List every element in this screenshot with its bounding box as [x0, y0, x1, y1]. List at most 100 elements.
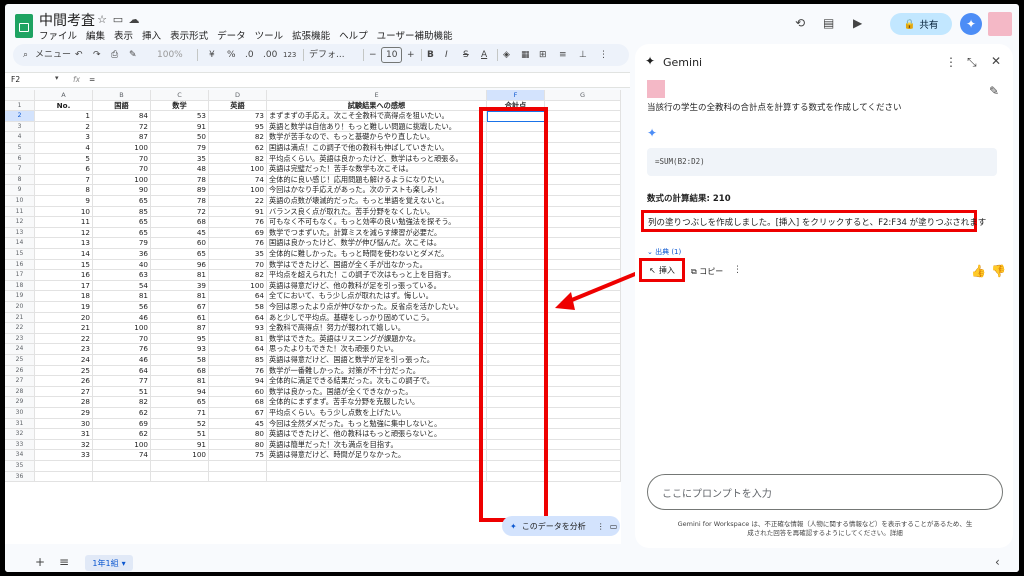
table-cell[interactable]: 65 — [151, 249, 209, 260]
table-cell[interactable]: 英語は完璧だった！苦手な数学も次こそは。 — [267, 164, 487, 175]
table-cell[interactable]: 81 — [151, 270, 209, 281]
decrease-decimal-button[interactable]: .0 — [245, 48, 254, 62]
empty-cell[interactable] — [93, 471, 151, 483]
row-number[interactable]: 5 — [5, 143, 35, 154]
table-cell[interactable]: 今回はかなり手応えがあった。次のテストも楽しみ！ — [267, 185, 487, 196]
table-cell[interactable]: 2 — [35, 121, 93, 133]
table-cell[interactable]: 100 — [93, 439, 151, 451]
history-icon[interactable]: ⟲ — [795, 16, 805, 30]
table-cell[interactable]: 22 — [35, 333, 93, 345]
table-cell[interactable]: 62 — [93, 429, 151, 440]
column-header[interactable]: C — [151, 90, 209, 101]
empty-cell[interactable] — [545, 376, 621, 387]
table-cell[interactable]: 89 — [151, 185, 209, 196]
table-cell[interactable]: 69 — [93, 418, 151, 430]
table-cell[interactable]: 78 — [151, 196, 209, 207]
empty-cell[interactable] — [545, 450, 621, 461]
table-cell[interactable]: 数学が一番難しかった。対策が不十分だった。 — [267, 365, 487, 377]
table-cell[interactable]: 80 — [209, 439, 267, 451]
table-cell[interactable]: 85 — [209, 355, 267, 366]
table-cell[interactable]: 68 — [151, 217, 209, 228]
table-cell[interactable]: 平均点くらい。英語は良かったけど、数学はもっと頑張る。 — [267, 153, 487, 165]
table-cell[interactable]: 90 — [93, 185, 151, 196]
table-cell[interactable]: 81 — [93, 291, 151, 302]
column-header[interactable] — [5, 90, 35, 101]
table-cell[interactable]: 63 — [93, 270, 151, 281]
empty-cell[interactable] — [267, 461, 487, 472]
number-format-button[interactable]: 123 — [283, 48, 296, 62]
edit-icon[interactable]: ✎ — [989, 84, 999, 98]
table-cell[interactable]: 53 — [151, 111, 209, 122]
table-cell[interactable]: 平均点を超えられた！この調子で次はもっと上を目指す。 — [267, 270, 487, 281]
table-cell[interactable]: 91 — [209, 206, 267, 218]
table-cell[interactable]: 45 — [151, 227, 209, 239]
table-cell[interactable]: 46 — [93, 355, 151, 366]
table-cell[interactable]: 英語は得意だけど、他の教科が足を引っ張っている。 — [267, 280, 487, 292]
table-cell[interactable]: 82 — [93, 397, 151, 408]
empty-cell[interactable] — [545, 238, 621, 249]
table-cell[interactable]: 26 — [35, 376, 93, 387]
response-more-icon[interactable]: ⋮ — [733, 265, 742, 275]
table-cell[interactable]: 82 — [209, 132, 267, 143]
gemini-sparkle-icon[interactable]: ✦ — [960, 13, 982, 35]
column-header[interactable]: A — [35, 90, 93, 101]
table-cell[interactable]: 5 — [35, 153, 93, 165]
column-header[interactable]: D — [209, 90, 267, 101]
table-cell[interactable]: 10 — [35, 206, 93, 218]
table-cell[interactable]: 58 — [209, 302, 267, 313]
fill-color-icon[interactable]: ◈ — [503, 48, 510, 62]
table-cell[interactable]: 64 — [93, 365, 151, 377]
all-sheets-icon[interactable]: ≡ — [59, 555, 69, 569]
table-cell[interactable]: 67 — [209, 408, 267, 419]
table-cell[interactable]: 英語は得意だけど、国語と数学が足を引っ張った。 — [267, 355, 487, 366]
table-cell[interactable]: 81 — [151, 291, 209, 302]
italic-button[interactable]: I — [445, 48, 448, 62]
menu-item[interactable]: ユーザー補助機能 — [377, 28, 453, 42]
row-number[interactable]: 29 — [5, 397, 35, 408]
empty-cell[interactable] — [545, 164, 621, 175]
row-number[interactable]: 27 — [5, 376, 35, 387]
header-cell[interactable]: 数学 — [151, 100, 209, 112]
table-cell[interactable]: 91 — [151, 121, 209, 133]
align-icon[interactable]: ≡ — [559, 48, 567, 62]
empty-cell[interactable] — [209, 471, 267, 483]
table-cell[interactable]: 英語の点数が壊滅的だった。もっと単語を覚えないと。 — [267, 196, 487, 207]
borders-icon[interactable]: ▦ — [521, 48, 530, 62]
column-header[interactable]: G — [545, 90, 621, 101]
add-sheet-icon[interactable]: + — [35, 555, 45, 569]
empty-cell[interactable] — [545, 121, 621, 133]
undo-icon[interactable]: ↶ — [75, 48, 83, 62]
table-cell[interactable]: 91 — [151, 439, 209, 451]
table-cell[interactable]: 70 — [209, 259, 267, 271]
table-cell[interactable]: 14 — [35, 249, 93, 260]
menu-item[interactable]: ツール — [255, 28, 284, 42]
column-header[interactable]: F — [487, 90, 545, 101]
star-icon[interactable]: ☆ — [95, 13, 109, 27]
table-cell[interactable]: 40 — [93, 259, 151, 271]
menu-item[interactable]: 編集 — [86, 28, 105, 42]
table-cell[interactable]: 82 — [209, 270, 267, 281]
row-number[interactable]: 13 — [5, 227, 35, 239]
table-cell[interactable]: 64 — [209, 291, 267, 302]
row-number[interactable]: 17 — [5, 270, 35, 281]
table-cell[interactable]: あと少しで平均点。基礎をしっかり固めていこう。 — [267, 312, 487, 324]
empty-cell[interactable] — [151, 471, 209, 483]
menu-item[interactable]: データ — [217, 28, 246, 42]
menu-item[interactable]: 挿入 — [142, 28, 161, 42]
redo-icon[interactable]: ↷ — [93, 48, 101, 62]
table-cell[interactable]: 1 — [35, 111, 93, 122]
table-cell[interactable]: 100 — [209, 164, 267, 175]
table-cell[interactable]: 39 — [151, 280, 209, 292]
table-cell[interactable]: 74 — [209, 174, 267, 186]
table-cell[interactable]: まずまずの手応え。次こそ全教科で高得点を狙いたい。 — [267, 111, 487, 122]
table-cell[interactable]: 85 — [93, 206, 151, 218]
row-number[interactable]: 7 — [5, 164, 35, 175]
empty-cell[interactable] — [151, 461, 209, 472]
name-box[interactable]: F2 — [11, 75, 20, 84]
sheet-tab[interactable]: 1年1組 ▾ — [85, 555, 133, 571]
font-size-input[interactable]: 10 — [381, 47, 403, 63]
table-cell[interactable]: 25 — [35, 365, 93, 377]
empty-cell[interactable] — [545, 174, 621, 186]
bold-button[interactable]: B — [427, 48, 434, 62]
comment-icon[interactable]: ▤ — [823, 16, 834, 30]
